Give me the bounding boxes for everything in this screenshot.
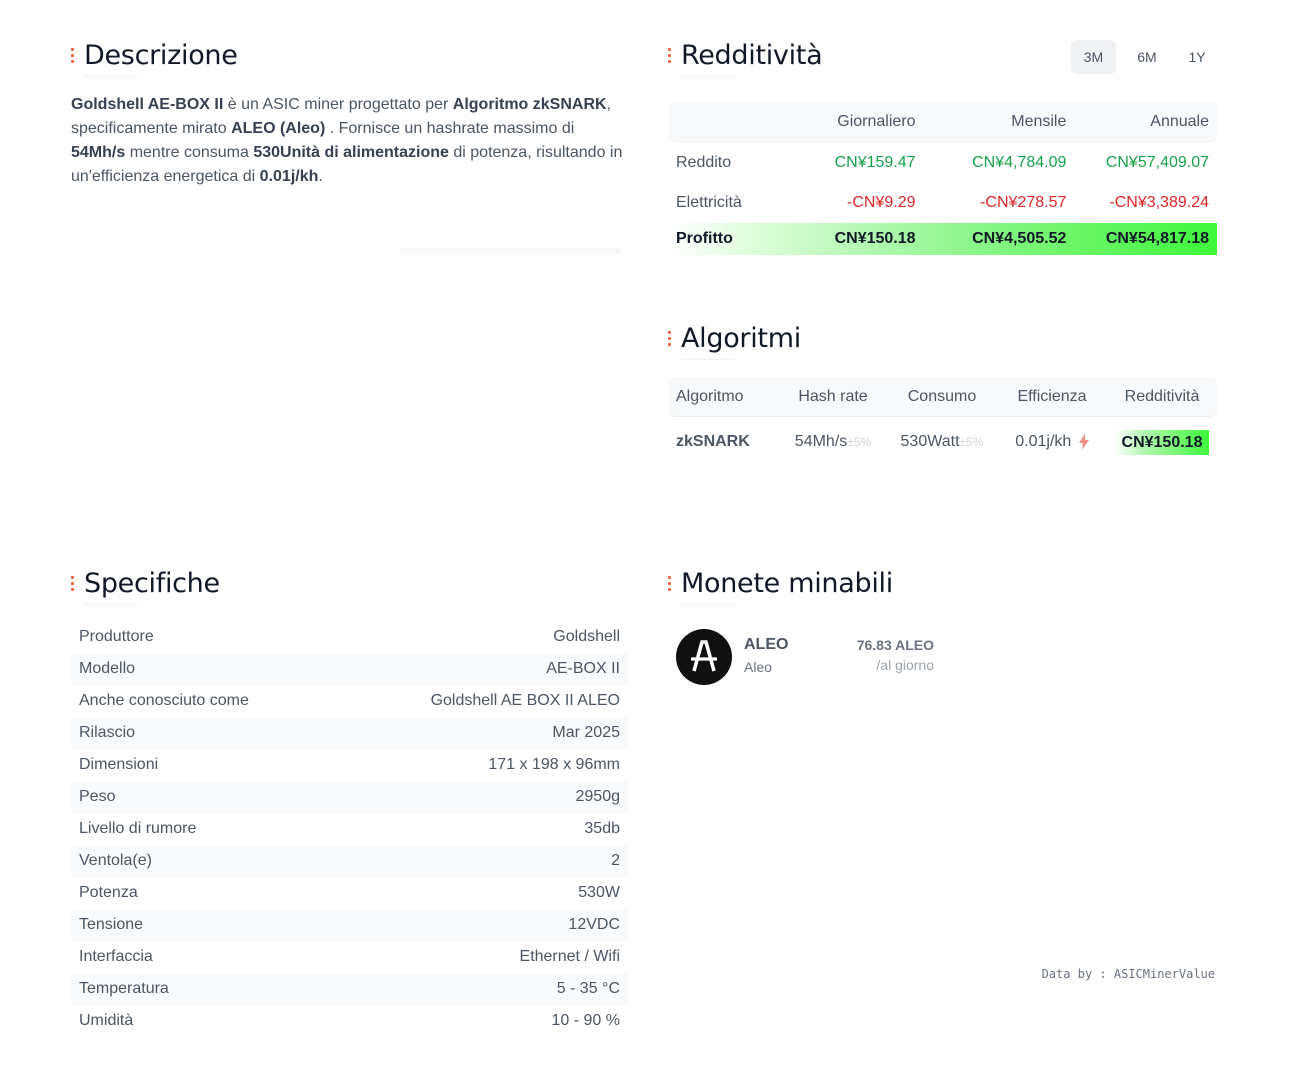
- header-daily: Giornaliero: [837, 112, 916, 130]
- profitability-table-header: Giornaliero Mensile Annuale: [669, 102, 1217, 142]
- algorithm-profit: CN¥150.18: [1107, 429, 1217, 455]
- title-underline: [681, 359, 735, 360]
- profit-row: Profitto CN¥150.18 CN¥4,505.52 CN¥54,817…: [669, 223, 1217, 255]
- specs-title: Specifiche: [71, 568, 220, 599]
- income-row: Reddito CN¥159.47 CN¥4,784.09 CN¥57,409.…: [676, 154, 1209, 171]
- algorithms-title: Algoritmi: [668, 323, 801, 354]
- algorithm-name[interactable]: zkSNARK: [669, 433, 779, 451]
- description-title: Descrizione: [71, 40, 238, 71]
- description-placeholder-bar: [400, 248, 620, 254]
- profitability-title: Redditività: [668, 40, 823, 71]
- algorithm-row: zkSNARK 54Mh/s±5% 530Watt±5% 0.01j/kh CN…: [669, 417, 1217, 467]
- spec-row: Temperatura 5 - 35 °C: [71, 973, 628, 1005]
- spec-row: Potenza 530W: [79, 884, 620, 901]
- spec-row: Dimensioni 171 x 198 x 96mm: [79, 756, 620, 773]
- algorithms-table: Algoritmo Hash rate Consumo Efficienza R…: [669, 377, 1217, 467]
- description-text: Goldshell AE-BOX II è un ASIC miner prog…: [71, 96, 623, 185]
- specs-table: Produttore Goldshell Modello AE-BOX II Anc…: [71, 621, 628, 1037]
- spec-row: Ventola(e) 2: [71, 845, 628, 877]
- title-dots-icon: [668, 331, 672, 346]
- data-source-credit[interactable]: Data by : ASICMinerValue: [1000, 967, 1215, 981]
- spec-row: Tensione 12VDC: [71, 909, 628, 941]
- profitability-table: Giornaliero Mensile Annuale Reddito CN¥1…: [669, 102, 1217, 255]
- electricity-row: Elettricità -CN¥9.29 -CN¥278.57 -CN¥3,38…: [676, 194, 1209, 211]
- header-yearly: Annuale: [1150, 112, 1209, 130]
- spec-row: Interfaccia Ethernet / Wifi: [79, 948, 620, 965]
- coin-item-aleo[interactable]: ALEO Aleo 76.83 ALEO /al giorno: [676, 629, 946, 685]
- coins-title: Monete minabili: [668, 568, 893, 599]
- spec-row: Umidità 10 - 90 %: [79, 1012, 620, 1029]
- title-underline: [84, 76, 138, 77]
- period-6m-button[interactable]: 6M: [1125, 40, 1169, 74]
- spec-row: Produttore Goldshell: [79, 628, 620, 645]
- spec-row: Modello AE-BOX II: [71, 653, 628, 685]
- period-3m-button[interactable]: 3M: [1071, 40, 1116, 74]
- title-dots-icon: [668, 576, 672, 591]
- spec-row: Peso 2950g: [71, 781, 628, 813]
- title-dots-icon: [71, 48, 75, 63]
- title-dots-icon: [668, 48, 672, 63]
- spec-row: Livello di rumore 35db: [79, 820, 620, 837]
- coin-amount: 76.83 ALEO: [856, 637, 934, 653]
- title-underline: [681, 76, 735, 77]
- coin-name: Aleo: [744, 659, 773, 675]
- lightning-bolt-icon: [1078, 433, 1089, 450]
- header-monthly: Mensile: [1011, 112, 1067, 130]
- algorithm-hashrate: 54Mh/s±5%: [794, 433, 872, 450]
- aleo-logo-icon: [676, 629, 732, 685]
- title-dots-icon: [71, 576, 75, 591]
- algorithm-efficiency: 0.01j/kh: [997, 433, 1107, 451]
- coin-unit: /al giorno: [876, 657, 934, 673]
- title-underline: [84, 604, 138, 605]
- title-underline: [681, 604, 735, 605]
- period-1y-button[interactable]: 1Y: [1177, 40, 1217, 74]
- coin-symbol: ALEO: [744, 636, 789, 653]
- algorithm-power: 530Watt±5%: [900, 433, 984, 450]
- spec-row: Rilascio Mar 2025: [71, 717, 628, 749]
- spec-row: Anche conosciuto come Goldshell AE BOX II…: [79, 692, 620, 709]
- algorithms-table-header: Algoritmo Hash rate Consumo Efficienza R…: [669, 377, 1217, 417]
